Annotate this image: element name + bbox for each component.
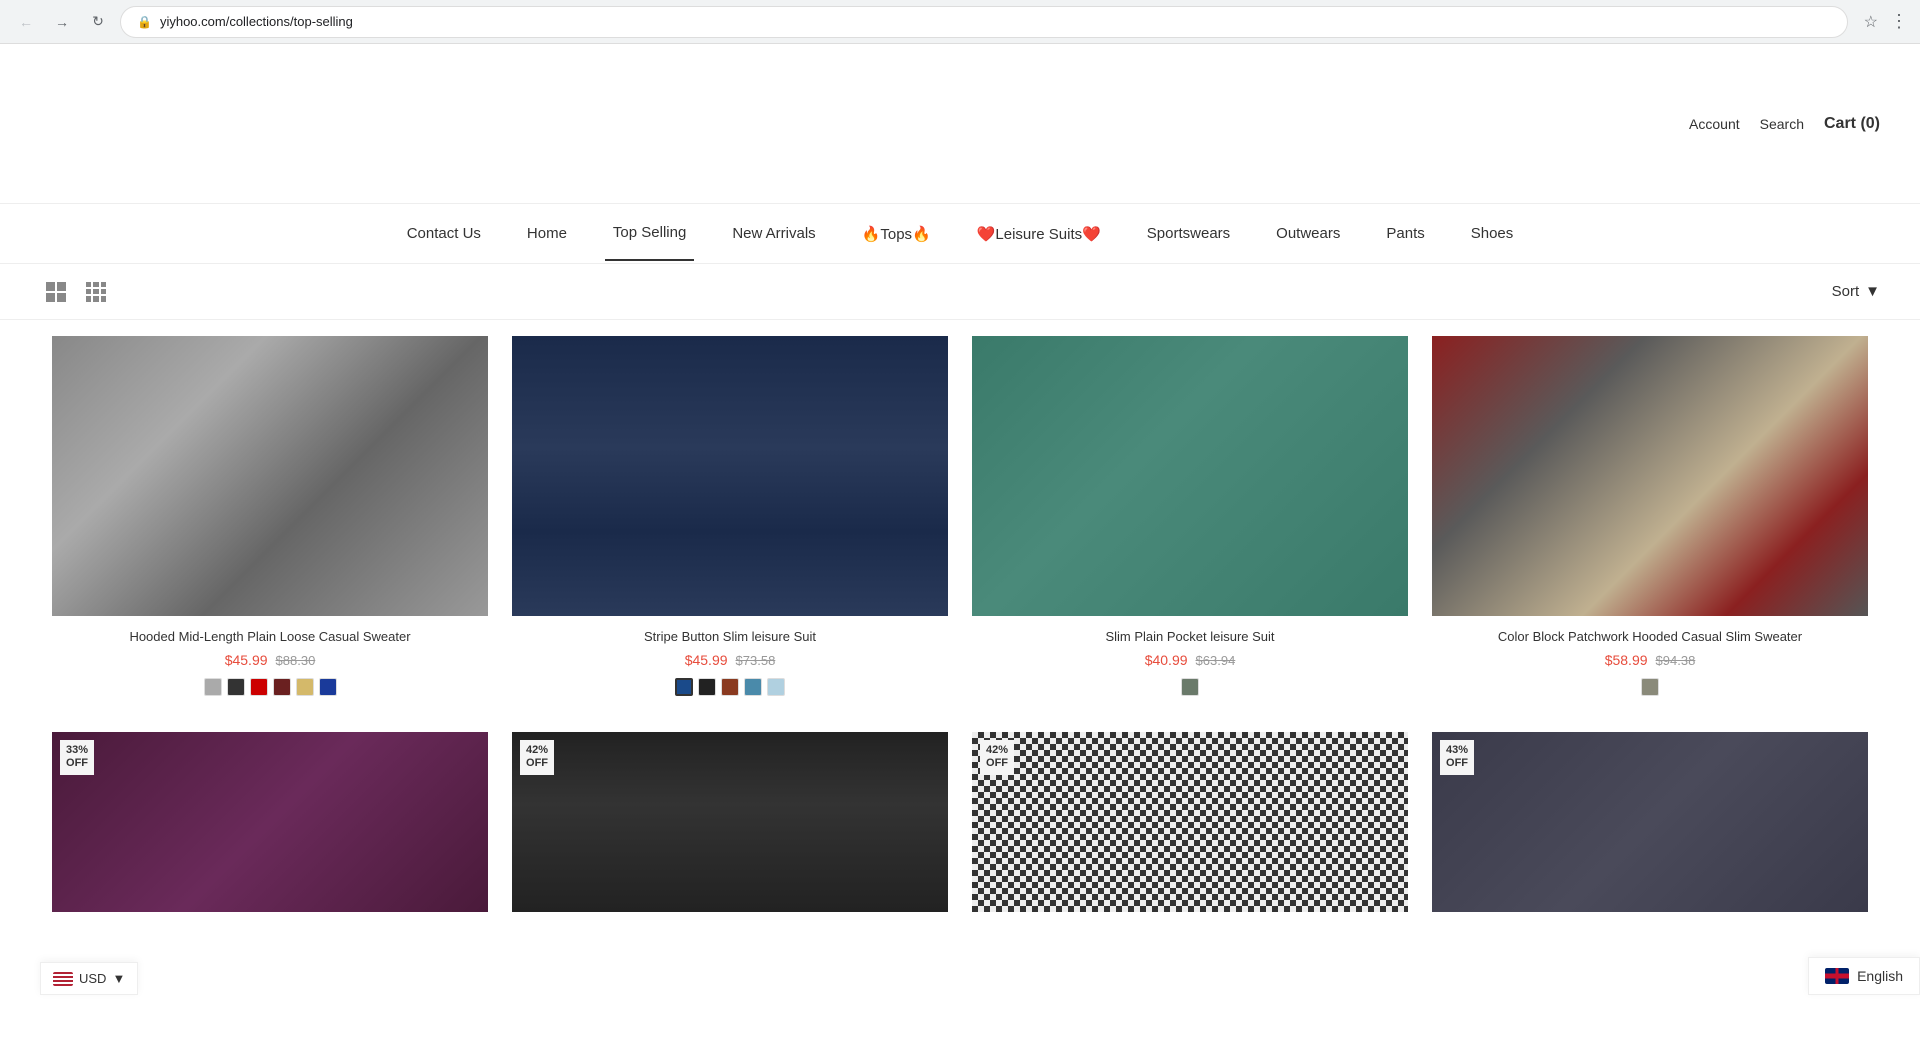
product-image-suit-stripe	[512, 336, 948, 616]
color-swatches-patchwork	[1432, 678, 1868, 696]
sort-label: Sort	[1832, 283, 1860, 300]
nav-tops[interactable]: 🔥Tops🔥	[854, 207, 939, 261]
color-swatch[interactable]	[1641, 678, 1659, 696]
nav-home[interactable]: Home	[519, 207, 575, 260]
original-price: $88.30	[276, 653, 316, 668]
forward-button[interactable]: →	[48, 8, 76, 36]
site-navigation: Contact Us Home Top Selling New Arrivals…	[0, 204, 1920, 264]
nav-new-arrivals[interactable]: New Arrivals	[724, 207, 823, 260]
product-img	[512, 732, 948, 912]
product-image-plaid: 43%OFF	[1432, 732, 1868, 1012]
nav-leisure-suits[interactable]: ❤️Leisure Suits❤️	[969, 207, 1109, 261]
menu-icon[interactable]: ⋮	[1890, 11, 1908, 32]
product-image-houndstooth: 42%OFF	[972, 732, 1408, 1012]
product-image-suit-teal	[972, 336, 1408, 616]
color-swatch[interactable]	[273, 678, 291, 696]
product-prices-suit-teal: $40.99 $63.94	[972, 652, 1408, 668]
collection-toolbar: Sort ▼	[0, 264, 1920, 320]
product-img	[1432, 732, 1868, 912]
color-swatch[interactable]	[227, 678, 245, 696]
currency-selector[interactable]: USD ▼	[40, 962, 138, 995]
original-price: $63.94	[1196, 653, 1236, 668]
product-img	[52, 732, 488, 912]
color-swatch[interactable]	[319, 678, 337, 696]
product-image-patchwork	[1432, 336, 1868, 616]
color-swatch[interactable]	[1181, 678, 1199, 696]
currency-label: USD	[79, 971, 106, 986]
grid-2-icon	[46, 282, 66, 302]
product-title-suit-teal: Slim Plain Pocket leisure Suit	[972, 628, 1408, 646]
nav-top-selling[interactable]: Top Selling	[605, 206, 694, 261]
product-img	[512, 336, 948, 616]
grid-3-icon	[86, 282, 106, 302]
nav-shoes[interactable]: Shoes	[1463, 207, 1522, 260]
sale-price: $45.99	[225, 652, 268, 668]
sale-price: $45.99	[685, 652, 728, 668]
grid-3-button[interactable]	[80, 276, 112, 308]
nav-contact[interactable]: Contact Us	[399, 207, 489, 260]
discount-badge: 33%OFF	[60, 740, 94, 774]
original-price: $94.38	[1656, 653, 1696, 668]
product-card-suit-teal[interactable]: Slim Plain Pocket leisure Suit $40.99 $6…	[960, 320, 1420, 716]
product-card-patchwork[interactable]: Color Block Patchwork Hooded Casual Slim…	[1420, 320, 1880, 716]
product-grid-row1: Hooded Mid-Length Plain Loose Casual Swe…	[0, 320, 1920, 716]
account-link[interactable]: Account	[1689, 116, 1740, 132]
nav-outwears[interactable]: Outwears	[1268, 207, 1348, 260]
uk-flag-icon	[1825, 968, 1849, 984]
sort-button[interactable]: Sort ▼	[1832, 283, 1880, 300]
product-img	[1432, 336, 1868, 616]
product-prices-suit-stripe: $45.99 $73.58	[512, 652, 948, 668]
currency-dropdown-icon: ▼	[112, 971, 125, 986]
reload-button[interactable]: ↻	[84, 8, 112, 36]
product-card-suit-stripe[interactable]: Stripe Button Slim leisure Suit $45.99 $…	[500, 320, 960, 716]
sale-price: $40.99	[1145, 652, 1188, 668]
cart-button[interactable]: Cart (0)	[1824, 115, 1880, 133]
language-label: English	[1857, 968, 1903, 984]
color-swatch[interactable]	[744, 678, 762, 696]
lock-icon: 🔒	[137, 15, 152, 29]
product-title-sweater-1: Hooded Mid-Length Plain Loose Casual Swe…	[52, 628, 488, 646]
url-text: yiyhoo.com/collections/top-selling	[160, 14, 1831, 29]
sort-chevron-icon: ▼	[1865, 283, 1880, 300]
color-swatch[interactable]	[675, 678, 693, 696]
color-swatch[interactable]	[721, 678, 739, 696]
color-swatches-suit-stripe	[512, 678, 948, 696]
usd-flag-icon	[53, 972, 73, 986]
product-card-sweater-1[interactable]: Hooded Mid-Length Plain Loose Casual Swe…	[40, 320, 500, 716]
address-bar[interactable]: 🔒 yiyhoo.com/collections/top-selling	[120, 6, 1848, 38]
color-swatch[interactable]	[250, 678, 268, 696]
view-toggle	[40, 276, 112, 308]
site-header: Account Search Cart (0)	[0, 44, 1920, 204]
product-image-tuxedo: 42%OFF	[512, 732, 948, 1012]
product-prices-sweater-1: $45.99 $88.30	[52, 652, 488, 668]
bookmark-icon[interactable]: ☆	[1864, 12, 1878, 32]
product-img	[52, 336, 488, 616]
discount-badge: 42%OFF	[980, 740, 1014, 774]
product-image-sweater-1	[52, 336, 488, 616]
product-prices-patchwork: $58.99 $94.38	[1432, 652, 1868, 668]
original-price: $73.58	[736, 653, 776, 668]
discount-badge: 42%OFF	[520, 740, 554, 774]
discount-badge: 43%OFF	[1440, 740, 1474, 774]
product-title-suit-stripe: Stripe Button Slim leisure Suit	[512, 628, 948, 646]
color-swatches-sweater-1	[52, 678, 488, 696]
nav-sportswears[interactable]: Sportswears	[1139, 207, 1238, 260]
header-actions: Account Search Cart (0)	[1689, 115, 1880, 133]
nav-pants[interactable]: Pants	[1378, 207, 1432, 260]
back-button[interactable]: ←	[12, 8, 40, 36]
grid-2-button[interactable]	[40, 276, 72, 308]
product-img	[972, 732, 1408, 912]
color-swatch[interactable]	[698, 678, 716, 696]
color-swatch[interactable]	[204, 678, 222, 696]
browser-chrome: ← → ↻ 🔒 yiyhoo.com/collections/top-selli…	[0, 0, 1920, 44]
language-selector[interactable]: English	[1808, 957, 1920, 995]
search-link[interactable]: Search	[1760, 116, 1804, 132]
color-swatch[interactable]	[296, 678, 314, 696]
color-swatches-suit-teal	[972, 678, 1408, 696]
product-title-patchwork: Color Block Patchwork Hooded Casual Slim…	[1432, 628, 1868, 646]
product-img	[972, 336, 1408, 616]
color-swatch[interactable]	[767, 678, 785, 696]
sale-price: $58.99	[1605, 652, 1648, 668]
